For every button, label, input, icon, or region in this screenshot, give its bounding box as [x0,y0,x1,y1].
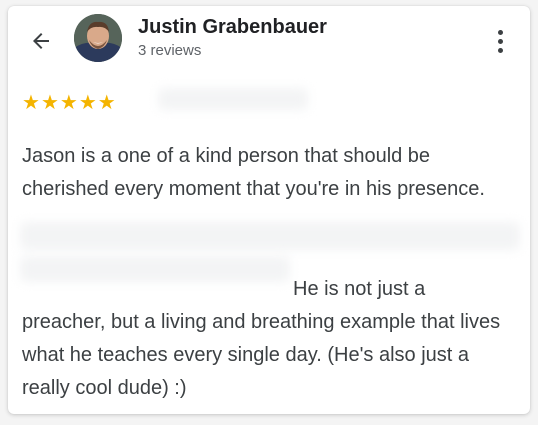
more-options-button[interactable] [488,24,512,58]
review-text-continued: He is not just a [293,278,426,300]
star-icon: ★ [59,90,78,114]
star-icon: ★ [22,90,40,114]
avatar-image [74,14,122,62]
review-text-paragraph-2: preacher, but a living and breathing exa… [22,311,501,399]
redacted-date [158,88,308,110]
arrow-back-icon [33,33,49,49]
redacted-text-line [20,222,520,250]
avatar[interactable] [74,14,122,62]
star-rating: ★ ★ ★ ★ ★ [22,92,116,112]
back-button[interactable] [26,26,56,56]
star-icon: ★ [97,90,116,114]
redacted-text-line [20,256,290,282]
star-icon: ★ [40,90,59,114]
review-text-paragraph-1: Jason is a one of a kind person that sho… [22,145,485,200]
star-icon: ★ [78,90,97,114]
more-vert-icon-dot-3 [497,47,503,53]
review-card: Justin Grabenbauer 3 reviews ★ ★ ★ ★ ★ Jason… [8,6,530,414]
reviewer-review-count: 3 reviews [138,42,202,59]
more-vert-icon [497,29,503,35]
more-vert-icon-dot-2 [497,38,503,44]
reviewer-name[interactable]: Justin Grabenbauer [138,16,327,39]
